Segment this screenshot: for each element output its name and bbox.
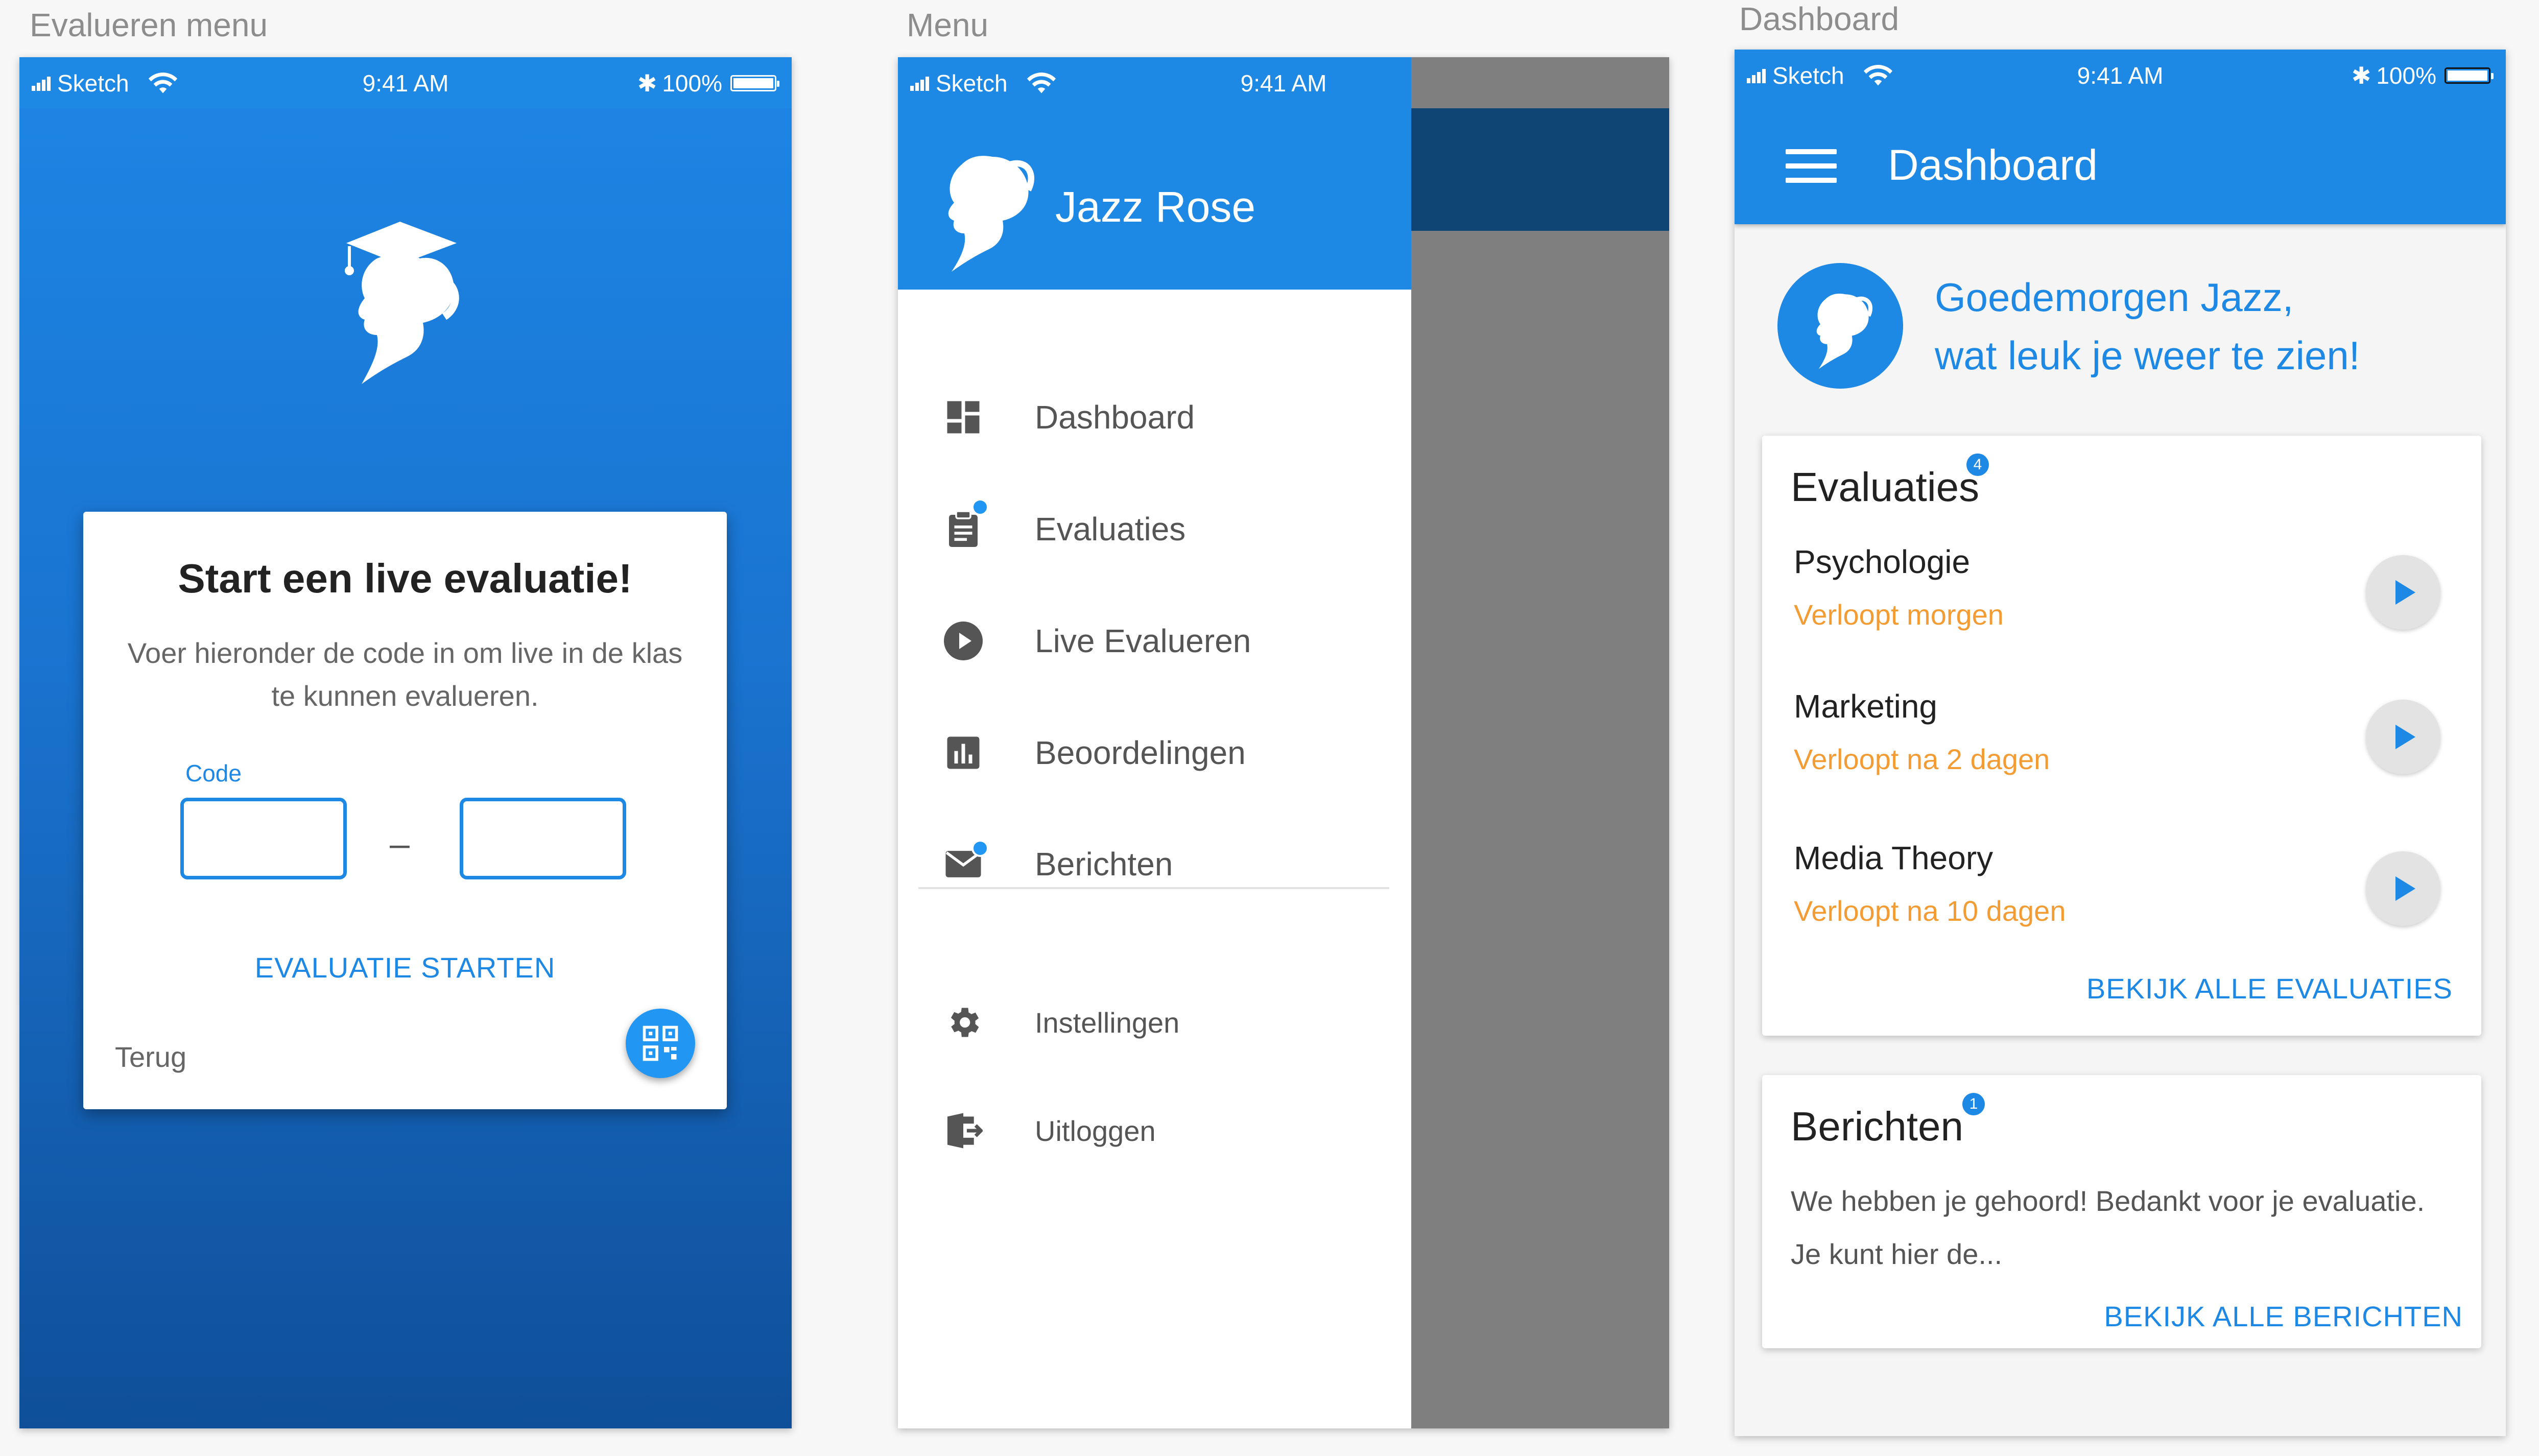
drawer-scrim[interactable] [1411, 57, 1669, 1428]
dimmed-app-bar [1411, 108, 1669, 231]
drawer-item-label: Instellingen [1035, 1006, 1180, 1039]
artboard-title-menu: Menu [907, 7, 989, 43]
evaluation-name: Marketing [1794, 688, 1937, 725]
drawer-item-live-evalueren[interactable]: Live Evalueren [898, 610, 1411, 672]
messages-title: Berichten [1791, 1104, 1963, 1149]
drawer-item-label: Evaluaties [1035, 511, 1186, 547]
evaluation-name: Media Theory [1794, 840, 1994, 876]
drawer-item-label: Uitloggen [1035, 1114, 1156, 1147]
logout-icon [943, 1110, 984, 1151]
bluetooth-icon: ✱ [2351, 62, 2371, 89]
evaluations-title: Evaluaties [1791, 464, 1980, 510]
qr-code-icon [643, 1025, 678, 1061]
drawer-item-uitloggen[interactable]: Uitloggen [898, 1100, 1411, 1161]
view-all-evaluations-link[interactable]: BEKIJK ALLE EVALUATIES [2086, 972, 2453, 1005]
status-battery: ✱ 100% [2351, 62, 2494, 89]
drawer-item-evaluaties[interactable]: Evaluaties [898, 498, 1411, 560]
play-circle-icon [943, 620, 984, 661]
hamburger-menu-button[interactable] [1786, 149, 1837, 190]
drawer-item-dashboard[interactable]: Dashboard [898, 387, 1411, 448]
user-avatar-icon [948, 156, 1035, 272]
battery-icon [730, 75, 779, 91]
evaluation-name: Psychologie [1794, 543, 1971, 580]
qr-scan-button[interactable] [626, 1009, 695, 1078]
battery-icon [2445, 67, 2494, 84]
play-icon [2395, 725, 2415, 749]
evaluation-due: Verloopt na 10 dagen [1794, 895, 2066, 927]
bluetooth-icon: ✱ [637, 70, 657, 97]
play-evaluation-button[interactable] [2366, 851, 2440, 926]
app-bar: Sketch 9:41 AM ✱ 100% Dashboard [1735, 50, 2506, 224]
avatar-silhouette-icon [1816, 294, 1872, 369]
bar-chart-icon [943, 732, 984, 773]
message-preview[interactable]: We hebben je gehoord! Bedankt voor je ev… [1791, 1175, 2435, 1281]
evaluate-screen: Sketch 9:41 AM ✱ 100% Start een live eva… [19, 57, 792, 1428]
drawer-user-name: Jazz Rose [1055, 183, 1256, 231]
dashboard-icon [943, 397, 984, 438]
code-separator: – [390, 824, 410, 864]
artboard-title-dashboard: Dashboard [1739, 1, 1900, 37]
start-evaluation-button[interactable]: EVALUATIE STARTEN [83, 951, 727, 984]
status-bar: Sketch 9:41 AM ✱ 100% [19, 57, 792, 108]
page-title: Dashboard [1888, 141, 2098, 189]
greeting-line2: wat leuk je weer te zien! [1935, 333, 2360, 378]
code-label: Code [185, 760, 242, 786]
play-evaluation-button[interactable] [2366, 700, 2440, 774]
drawer-item-label: Beoordelingen [1035, 734, 1246, 771]
play-evaluation-button[interactable] [2366, 555, 2440, 630]
drawer-item-label: Berichten [1035, 846, 1173, 882]
evaluation-item[interactable]: Media Theory Verloopt na 10 dagen [1794, 839, 2451, 962]
drawer-item-instellingen[interactable]: Instellingen [898, 992, 1411, 1053]
app-logo-icon [345, 222, 459, 384]
evaluation-due: Verloopt morgen [1794, 599, 2004, 631]
artboard-title-evalueren: Evalueren menu [30, 7, 268, 43]
dashboard-screen: Sketch 9:41 AM ✱ 100% Dashboard Goedemor… [1735, 50, 2506, 1436]
drawer-item-beoordelingen[interactable]: Beoordelingen [898, 722, 1411, 783]
drawer-item-berichten[interactable]: Berichten [898, 833, 1411, 895]
code-input-part2[interactable] [460, 798, 626, 879]
view-all-messages-link[interactable]: BEKIJK ALLE BERICHTEN [2104, 1300, 2463, 1333]
battery-percent: 100% [2376, 62, 2436, 89]
greeting-line1: Goedemorgen Jazz, [1935, 275, 2294, 320]
card-description: Voer hieronder de code in om live in de … [127, 637, 683, 712]
drawer-header: Jazz Rose [898, 108, 1411, 290]
code-input-part1[interactable] [180, 798, 347, 879]
battery-percent: 100% [662, 70, 722, 97]
menu-icon [1786, 149, 1837, 154]
evaluations-card: Evaluaties 4 Psychologie Verloopt morgen… [1762, 436, 2481, 1036]
messages-card: Berichten 1 We hebben je gehoord! Bedank… [1762, 1075, 2481, 1348]
drawer-divider [918, 887, 1389, 889]
user-avatar [1777, 263, 1903, 389]
new-message-dot [971, 840, 989, 857]
status-battery: ✱ 100% [637, 69, 779, 97]
play-icon [2395, 580, 2415, 605]
evaluation-due: Verloopt na 2 dagen [1794, 743, 2050, 775]
drawer-item-label: Dashboard [1035, 399, 1195, 436]
live-evaluation-card: Start een live evaluatie! Voer hieronder… [83, 512, 727, 1109]
new-evaluation-dot [971, 498, 989, 516]
greeting-text: Goedemorgen Jazz, wat leuk je weer te zi… [1935, 268, 2360, 385]
back-button[interactable]: Terug [115, 1040, 186, 1073]
menu-screen: Sketch 9:41 AM ✱ 100% Jazz Rose Dashboar… [898, 57, 1669, 1428]
evaluations-badge: 4 [1966, 453, 1989, 476]
status-bar: Sketch 9:41 AM ✱ 100% [1735, 50, 2506, 101]
evaluation-item[interactable]: Psychologie Verloopt morgen [1794, 543, 2451, 665]
messages-badge: 1 [1962, 1093, 1985, 1115]
evaluation-item[interactable]: Marketing Verloopt na 2 dagen [1794, 687, 2451, 810]
drawer-item-label: Live Evalueren [1035, 623, 1251, 659]
play-icon [2395, 876, 2415, 901]
card-title: Start een live evaluatie! [178, 556, 632, 601]
gear-icon [943, 1002, 984, 1043]
